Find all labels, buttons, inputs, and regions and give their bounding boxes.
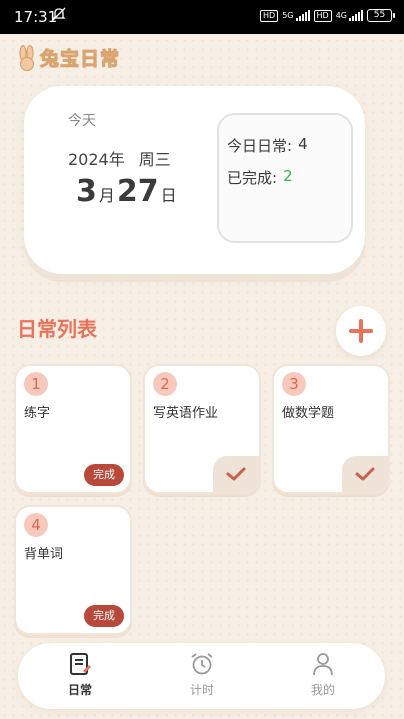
hd-badge: HD	[260, 9, 279, 22]
nav-item-daily[interactable]: 日常	[50, 651, 110, 698]
alarm-clock-icon	[191, 653, 213, 675]
day-unit: 日	[160, 186, 177, 205]
big-date: 3 月 27 日	[76, 174, 179, 209]
hd-badge-2: HD	[313, 9, 332, 22]
status-time: 17:31	[14, 8, 58, 26]
task-number: 4	[24, 513, 48, 537]
task-number: 3	[282, 372, 306, 396]
task-card-3[interactable]: 3 做数学题	[272, 364, 390, 494]
day-number: 27	[116, 174, 159, 209]
daily-count-label: 今日日常:	[227, 137, 293, 155]
stats-box: 今日日常: 4 已完成: 2	[217, 113, 353, 243]
note-icon	[70, 653, 91, 675]
nav-label-mine: 我的	[310, 683, 335, 697]
task-name: 做数学题	[282, 406, 335, 421]
add-task-button[interactable]	[336, 306, 386, 356]
list-title: 日常列表	[17, 317, 97, 341]
check-icon	[226, 467, 246, 481]
year-text: 2024年	[68, 150, 125, 169]
rabbit-icon	[19, 44, 35, 71]
task-name: 背单词	[24, 547, 64, 562]
check-icon	[355, 467, 375, 481]
task-name: 写英语作业	[153, 406, 219, 421]
task-name: 练字	[24, 406, 51, 421]
user-icon	[313, 653, 333, 676]
month-unit: 月	[98, 186, 115, 205]
signal-icon	[295, 10, 310, 21]
task-number: 1	[24, 372, 48, 396]
today-label: 今天	[68, 113, 96, 129]
completed-check-button[interactable]	[342, 456, 388, 492]
year-weekday: 2024年 周三	[68, 146, 171, 170]
task-card-1[interactable]: 1 练字 完成	[14, 364, 132, 494]
done-count-value: 2	[283, 167, 293, 185]
bottom-nav: 日常 计时 我的	[18, 643, 385, 709]
task-card-2[interactable]: 2 写英语作业	[143, 364, 261, 494]
done-count-label: 已完成:	[227, 169, 278, 187]
battery-icon: 55	[367, 9, 395, 22]
app-logo: 兔宝日常	[16, 44, 120, 71]
nav-item-timer[interactable]: 计时	[172, 651, 232, 698]
network-type-2: 4G	[335, 10, 347, 20]
nav-label-timer: 计时	[189, 683, 214, 697]
nav-label-daily: 日常	[67, 683, 92, 697]
nav-item-mine[interactable]: 我的	[293, 651, 353, 698]
today-card: 今天 2024年 周三 3 月 27 日 今日日常: 4 已完成: 2	[24, 86, 365, 274]
completed-check-button[interactable]	[213, 456, 259, 492]
complete-button[interactable]: 完成	[84, 464, 124, 486]
task-card-4[interactable]: 4 背单词 完成	[14, 505, 132, 635]
status-bar: 17:31 HD 5G HD 4G 55	[0, 0, 404, 34]
app-title: 兔宝日常	[39, 48, 121, 71]
daily-count-line: 今日日常: 4	[227, 135, 308, 156]
status-icons: HD 5G HD 4G 55	[260, 9, 395, 22]
daily-count-value: 4	[298, 135, 308, 153]
signal-icon-2	[349, 10, 363, 21]
task-number: 2	[153, 372, 177, 396]
weekday-text: 周三	[138, 150, 171, 169]
network-type-1: 5G	[282, 10, 294, 20]
month-number: 3	[76, 174, 97, 209]
done-count-line: 已完成: 2	[227, 167, 293, 188]
plus-icon	[349, 319, 373, 343]
mute-icon	[52, 7, 66, 25]
complete-button[interactable]: 完成	[84, 605, 124, 627]
